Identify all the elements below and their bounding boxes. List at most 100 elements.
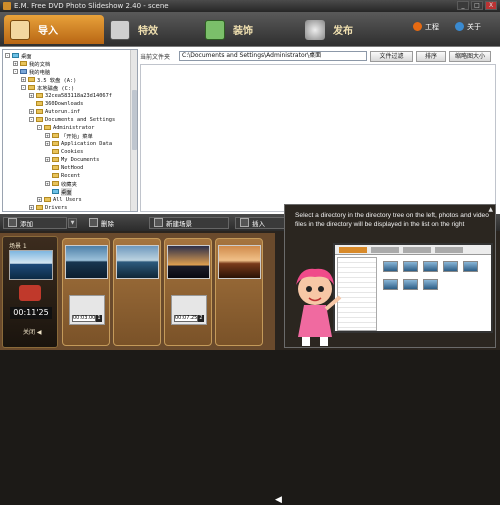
folder-icon <box>36 117 43 122</box>
photo-slot[interactable] <box>113 238 161 346</box>
tree-item[interactable]: - Documents and Settings <box>29 116 115 123</box>
desktop-icon <box>12 53 19 58</box>
chevron-left-icon[interactable]: ◀ <box>275 495 282 505</box>
tree-item[interactable]: + Application Data <box>45 140 112 147</box>
expand-icon[interactable]: + <box>29 205 34 210</box>
disc-icon <box>305 19 325 40</box>
tree-item[interactable]: + 收藏夹 <box>45 180 77 188</box>
thumbnail-size-button[interactable]: 缩略图大小 <box>449 50 491 62</box>
window-controls: _ □ X <box>457 1 497 10</box>
collapse-icon[interactable]: - <box>13 69 18 74</box>
photo-thumbnail[interactable] <box>167 245 210 279</box>
tree-item[interactable]: NetHood <box>45 164 83 171</box>
folder-icon <box>36 205 43 210</box>
expand-icon[interactable]: + <box>45 157 50 162</box>
photo-thumbnail[interactable] <box>116 245 159 279</box>
hint-tree <box>337 257 377 331</box>
directory-tree[interactable]: - 桌面 + 我的文档 - 我的电脑 +3.5 软盘 (A:) - 本地磁盘 (C:) +32ce… <box>2 49 138 212</box>
tree-item[interactable]: + 「开始」菜单 <box>45 132 93 140</box>
collapse-icon[interactable]: - <box>37 125 42 130</box>
tree-item[interactable]: + All Users <box>37 196 82 203</box>
expand-icon[interactable]: + <box>45 141 50 146</box>
project-button[interactable]: 工程 <box>413 20 439 33</box>
file-list-area[interactable] <box>140 64 496 212</box>
expand-icon[interactable]: + <box>13 61 18 66</box>
folder-icon <box>52 149 59 154</box>
music-icon[interactable] <box>19 285 41 301</box>
tree-scrollbar[interactable] <box>130 50 137 211</box>
tree-item-label: Autorun.inf <box>45 108 81 115</box>
tree-item[interactable]: Recent <box>45 172 80 179</box>
tree-item[interactable]: Cookies <box>45 148 83 155</box>
maximize-button[interactable]: □ <box>471 1 483 10</box>
tab-publish[interactable]: 发布 <box>305 15 385 44</box>
file-filter-button[interactable]: 文件过滤 <box>370 50 413 62</box>
expand-icon[interactable]: + <box>21 77 26 82</box>
expand-icon[interactable]: + <box>29 93 34 98</box>
tree-item[interactable]: - Administrator <box>37 124 94 131</box>
photo-slot[interactable] <box>215 238 263 346</box>
hint-thumbnail <box>383 279 398 290</box>
new-scene-button[interactable]: 新建场景 <box>149 216 229 229</box>
sort-button[interactable]: 排序 <box>416 50 446 62</box>
tree-item[interactable]: + Drivers <box>29 204 67 211</box>
transition-slot[interactable]: 00:07.25 2 <box>171 295 207 325</box>
tab-import[interactable]: 导入 <box>4 15 104 44</box>
folder-icon <box>36 93 43 98</box>
folder-icon <box>52 133 59 138</box>
photo-slot[interactable]: 00:03.00 1 <box>62 238 110 346</box>
info-icon <box>455 22 464 31</box>
collapse-icon[interactable]: - <box>29 117 34 122</box>
about-button[interactable]: 关于 <box>455 20 481 33</box>
scene-thumbnail[interactable] <box>9 250 53 280</box>
import-panel: - 桌面 + 我的文档 - 我的电脑 +3.5 软盘 (A:) - 本地磁盘 (C:) +32ce… <box>0 46 500 214</box>
tree-item[interactable]: - 桌面 <box>5 52 32 60</box>
tree-item[interactable]: - 我的电脑 <box>13 68 50 76</box>
tab-decor[interactable]: 装饰 <box>205 15 285 44</box>
transition-time: 00:03.00 <box>72 315 96 322</box>
transition-time: 00:07.25 <box>174 315 198 322</box>
tree-item-label: NetHood <box>61 164 84 171</box>
tree-item-label: 3.5 软盘 (A:) <box>37 77 77 84</box>
expand-icon[interactable]: + <box>29 109 34 114</box>
tree-item[interactable]: 桌面 <box>45 187 72 196</box>
tree-scroll-thumb[interactable] <box>132 90 137 150</box>
close-button[interactable]: X <box>485 1 497 10</box>
expand-icon[interactable]: + <box>37 197 42 202</box>
hint-thumbnail <box>383 261 398 272</box>
tree-item[interactable]: - 本地磁盘 (C:) <box>21 84 74 92</box>
tab-decor-label: 装饰 <box>233 26 253 37</box>
tab-effects[interactable]: 特效 <box>110 15 190 44</box>
new-scene-label: 新建场景 <box>166 219 192 228</box>
expand-icon[interactable]: + <box>45 181 50 186</box>
tree-item-label: My Documents <box>61 156 100 163</box>
collapse-icon[interactable]: - <box>5 53 10 58</box>
tree-item-label: 32cea583118a23d14067f <box>45 92 112 99</box>
tree-item[interactable]: +32cea583118a23d14067f <box>29 92 112 99</box>
scene-close-button[interactable]: 关闭 ◀ <box>23 327 42 336</box>
current-folder-field[interactable]: C:\Documents and Settings\Administrator\… <box>179 51 367 61</box>
minimize-button[interactable]: _ <box>457 1 469 10</box>
tree-item[interactable]: + My Documents <box>45 156 99 163</box>
collapse-icon[interactable]: - <box>21 85 26 90</box>
scene-card[interactable]: 场景 1 00:11'25 关闭 ◀ <box>2 236 58 348</box>
photo-slot[interactable]: 00:07.25 2 <box>164 238 212 346</box>
tree-item[interactable]: + 我的文档 <box>13 60 50 68</box>
hint-tab-publish <box>435 247 463 253</box>
hint-close-icon[interactable]: ▲ <box>488 206 493 213</box>
tree-item[interactable]: 360Downloads <box>29 100 83 107</box>
add-dropdown-button[interactable]: ▼ <box>68 217 77 228</box>
photo-thumbnail[interactable] <box>65 245 108 279</box>
tree-item[interactable]: + Autorun.inf <box>29 108 80 115</box>
delete-button[interactable]: 删除 <box>85 217 145 229</box>
tree-item[interactable]: +3.5 软盘 (A:) <box>21 76 77 84</box>
transition-number: 1 <box>96 315 102 322</box>
photo-thumbnail[interactable] <box>218 245 261 279</box>
expand-icon[interactable]: + <box>45 133 50 138</box>
hint-tab-mattering <box>403 247 431 253</box>
insert-icon <box>240 218 249 227</box>
add-button[interactable]: 添加 <box>3 216 67 229</box>
transition-slot[interactable]: 00:03.00 1 <box>69 295 105 325</box>
project-icon <box>413 22 422 31</box>
